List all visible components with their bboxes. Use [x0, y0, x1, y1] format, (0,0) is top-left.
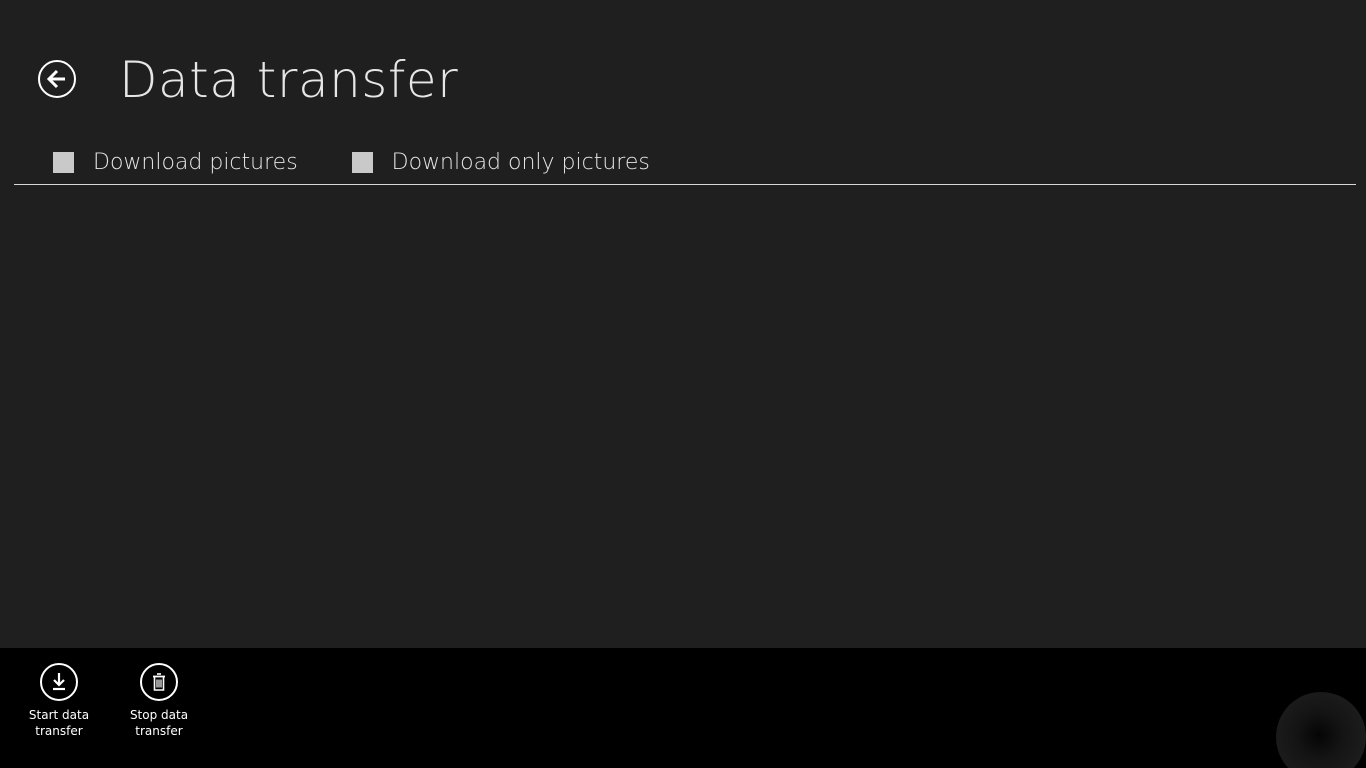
- trash-icon: [140, 663, 178, 701]
- data-transfer-page: Data transfer Download pictures Download…: [0, 0, 1366, 768]
- back-button[interactable]: [38, 60, 76, 98]
- download-pictures-checkbox[interactable]: [53, 151, 74, 173]
- download-only-pictures-checkbox[interactable]: [351, 151, 373, 173]
- touch-indicator: [1276, 692, 1366, 768]
- download-icon: [40, 663, 78, 701]
- back-arrow-icon: [46, 68, 68, 90]
- start-data-transfer-button[interactable]: Start data transfer: [9, 663, 109, 739]
- download-only-pictures-option[interactable]: Download only pictures: [351, 149, 650, 175]
- app-bar: Start data transfer Stop data transfer: [0, 648, 1366, 768]
- download-only-pictures-label: Download only pictures: [391, 149, 650, 175]
- page-title: Data transfer: [119, 51, 459, 109]
- start-data-transfer-label: Start data transfer: [28, 708, 90, 738]
- stop-data-transfer-label: Stop data transfer: [129, 708, 189, 738]
- download-pictures-label: Download pictures: [93, 149, 298, 175]
- download-pictures-option[interactable]: Download pictures: [53, 150, 298, 175]
- options-row: Download pictures Download only pictures: [53, 146, 650, 178]
- stop-data-transfer-button[interactable]: Stop data transfer: [109, 663, 209, 739]
- divider: [14, 184, 1356, 185]
